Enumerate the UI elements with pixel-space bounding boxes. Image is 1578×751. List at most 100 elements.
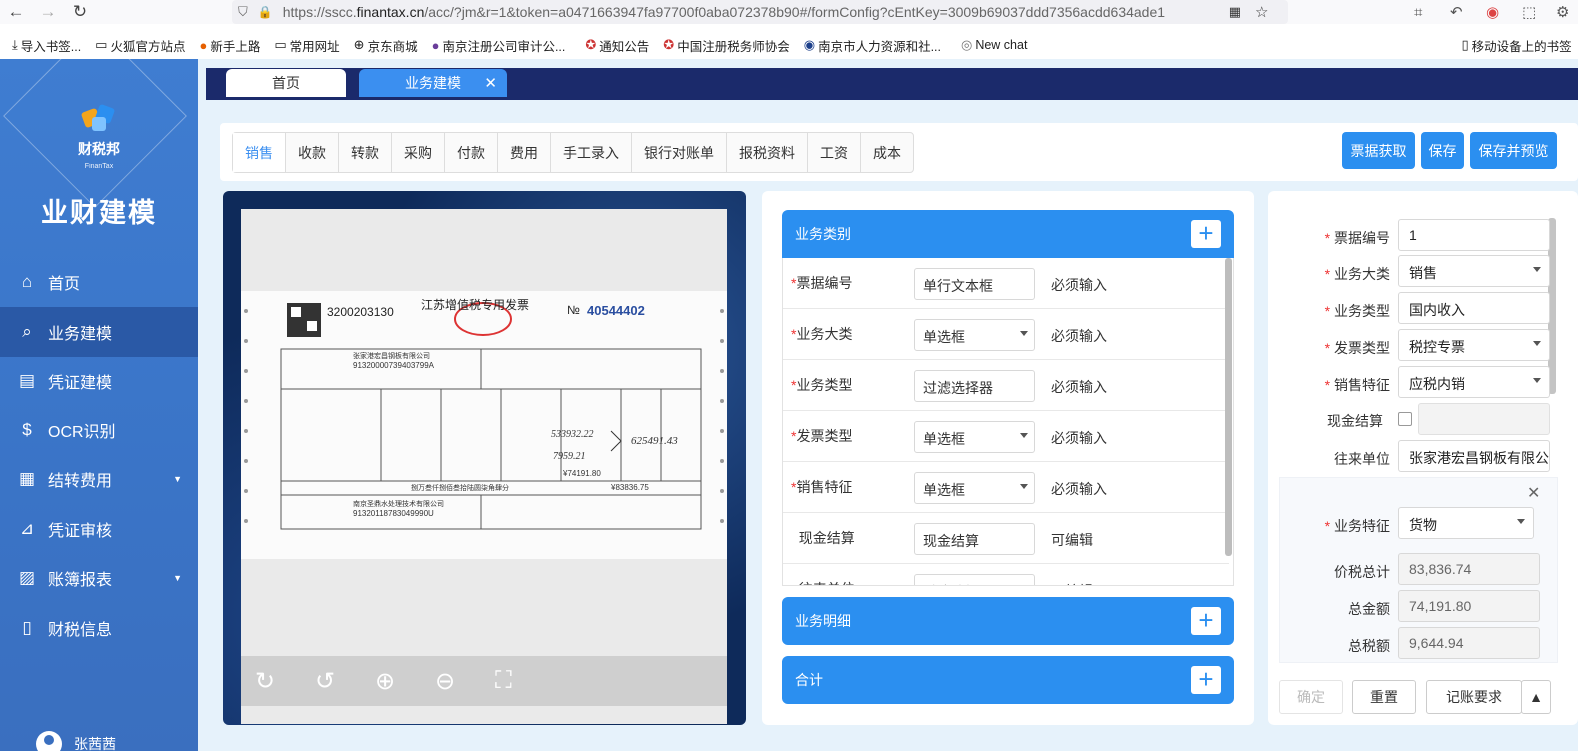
section-business-category[interactable]: 业务类别 + (782, 210, 1234, 258)
reset-button[interactable]: 重置 (1352, 680, 1416, 714)
confirm-button[interactable]: 确定 (1279, 680, 1343, 714)
close-icon[interactable]: ✕ (1527, 483, 1540, 503)
rotate-left-icon[interactable]: ↺ (315, 667, 375, 696)
detail-field-input[interactable]: 国内收入 (1398, 292, 1550, 324)
logo-subtitle: FinanTax (84, 163, 114, 170)
tab-home[interactable]: 首页 (226, 69, 346, 97)
sidebar-item-voucher-review[interactable]: ⊿ 凭证审核 (0, 504, 198, 554)
emblem-icon: ✪ (663, 37, 675, 52)
category-tab[interactable]: 报税资料 (727, 133, 808, 172)
category-tab[interactable]: 工资 (808, 133, 861, 172)
category-tab[interactable]: 销售 (233, 133, 286, 172)
category-tab[interactable]: 收款 (286, 133, 339, 172)
chevron-down-icon (1020, 433, 1028, 438)
save-preview-button[interactable]: 保存并预览 (1470, 132, 1557, 169)
qr-icon[interactable]: ▦ (1229, 4, 1241, 20)
sidebar-item-business-model[interactable]: ⌕ 业务建模 (0, 307, 198, 357)
zoom-in-icon[interactable]: ⊕ (375, 667, 435, 696)
field-list: *票据编号 单行文本框 必须输入 *业务大类 单选框 必须输入 *业务类型 过滤选择器 必须输入… (782, 258, 1234, 586)
partner-select[interactable]: 张家港宏昌钢板有限公司 (1398, 440, 1550, 472)
crop-icon[interactable]: ⌗ (1414, 0, 1422, 24)
category-tab[interactable]: 费用 (498, 133, 551, 172)
zoom-out-icon[interactable]: ⊖ (435, 667, 495, 696)
close-icon[interactable]: ✕ (484, 74, 497, 92)
bookmark-item[interactable]: ● 新手上路 (199, 36, 260, 55)
bookmark-item[interactable]: ◎ New chat (961, 37, 1027, 53)
field-control[interactable]: 单行文本框 (914, 268, 1035, 300)
field-control[interactable]: 单选框 (914, 319, 1035, 351)
url-bar[interactable]: ⛉ 🔒 https://sscc.finantax.cn/acc/?jm&r=1… (232, 0, 1288, 24)
field-control[interactable]: 单选框 (914, 421, 1035, 453)
sidebar-item-transfer[interactable]: ▦ 结转费用 ▼ (0, 454, 198, 504)
form-field-row: *票据编号 单行文本框 必须输入 (783, 258, 1229, 309)
field-note: 必须输入 (1051, 328, 1107, 344)
sidebar-item-reports[interactable]: ▨ 账簿报表 ▼ (0, 553, 198, 603)
field-control[interactable]: 过滤选择器 (914, 574, 1035, 585)
bookmark-item[interactable]: ⊕ 京东商城 (354, 36, 418, 55)
add-icon[interactable]: + (1191, 607, 1221, 635)
chevron-down-icon (1517, 519, 1525, 524)
extension-icon[interactable]: ◉ (1486, 0, 1499, 24)
detail-field-input[interactable]: 应税内销 (1398, 366, 1550, 398)
section-business-detail[interactable]: 业务明细 + (782, 597, 1234, 645)
sidebar-item-ocr[interactable]: $ OCR识别 (0, 405, 198, 455)
sidebar-item-tax-info[interactable]: ▯ 财税信息 (0, 603, 198, 653)
chevron-down-icon (1533, 378, 1541, 383)
fetch-invoice-button[interactable]: 票据获取 (1342, 132, 1415, 169)
puzzle-icon[interactable]: ⬚ (1522, 0, 1536, 24)
back-icon[interactable]: ← (0, 0, 32, 24)
bookmark-item[interactable]: ✪ 通知公告 (585, 36, 649, 55)
field-control[interactable]: 过滤选择器 (914, 370, 1035, 402)
star-icon[interactable]: ☆ (1255, 3, 1268, 21)
logo-icon (81, 104, 115, 131)
sidebar-item-home[interactable]: ⌂ 首页 (0, 257, 198, 307)
bookmark-item[interactable]: ⤓ 导入书签... (12, 36, 81, 55)
tab-business-model[interactable]: 业务建模 ✕ (359, 69, 507, 97)
bookmark-item[interactable]: ▭ 常用网址 (274, 36, 339, 55)
bookmark-item[interactable]: ▭ 火狐官方站点 (95, 36, 185, 55)
fit-screen-icon[interactable]: ⛶ (495, 667, 555, 695)
field-control[interactable]: 现金结算 (914, 523, 1035, 555)
forward-icon[interactable]: → (32, 0, 64, 24)
category-tab[interactable]: 成本 (861, 133, 913, 172)
user-profile[interactable]: 张茜茜 (36, 731, 116, 751)
category-tab[interactable]: 银行对账单 (632, 133, 727, 172)
biz-feature-select[interactable]: 货物 (1398, 507, 1534, 539)
total-row: 总税额 9,644.94 (1280, 627, 1578, 663)
reload-icon[interactable]: ↻ (64, 0, 96, 24)
gear-icon[interactable]: ⚙ (1556, 0, 1569, 24)
category-tab[interactable]: 采购 (392, 133, 445, 172)
record-requirements-button[interactable]: 记账要求 (1426, 680, 1522, 714)
cash-checkbox[interactable] (1398, 412, 1412, 426)
add-icon[interactable]: + (1191, 220, 1221, 248)
invoice-number: 40544402 (587, 303, 645, 318)
detail-field-input[interactable]: 销售 (1398, 255, 1550, 287)
scrollbar[interactable] (1225, 258, 1232, 556)
section-total[interactable]: 合计 + (782, 656, 1234, 704)
ocr-icon: $ (22, 420, 32, 439)
field-label: 现金结算 (798, 530, 855, 546)
invoice-handwriting: 533932.22 (551, 429, 594, 440)
folder-icon: ▭ (95, 37, 108, 52)
total-row: 总金额 74,191.80 (1280, 590, 1578, 626)
detail-field-input[interactable]: 税控专票 (1398, 329, 1550, 361)
bookmark-item[interactable]: ◉ 南京市人力资源和社... (804, 36, 941, 55)
field-label: 往来单位 (791, 579, 855, 585)
category-tab[interactable]: 转款 (339, 133, 392, 172)
save-button[interactable]: 保存 (1421, 132, 1464, 169)
bookmark-item[interactable]: ● 南京注册公司审计公... (432, 36, 566, 55)
category-tab[interactable]: 手工录入 (551, 133, 632, 172)
rotate-right-icon[interactable]: ↻ (255, 667, 315, 696)
bookmark-item[interactable]: ▯ 移动设备上的书签 (1461, 36, 1571, 55)
sidebar-item-voucher-model[interactable]: ▤ 凭证建模 (0, 356, 198, 406)
chevron-up-icon[interactable]: ▲ (1521, 680, 1551, 714)
field-control[interactable]: 单选框 (914, 472, 1035, 504)
detail-field-input[interactable]: 1 (1398, 219, 1550, 251)
category-tab[interactable]: 付款 (445, 133, 498, 172)
chevron-down-icon (1020, 484, 1028, 489)
undo-icon[interactable]: ↶ (1450, 0, 1463, 24)
bookmark-item[interactable]: ✪ 中国注册税务师协会 (663, 36, 789, 55)
add-icon[interactable]: + (1191, 666, 1221, 694)
form-field-row: *业务类型 过滤选择器 必须输入 (783, 360, 1229, 411)
search-doc-icon: ⌕ (22, 322, 32, 341)
